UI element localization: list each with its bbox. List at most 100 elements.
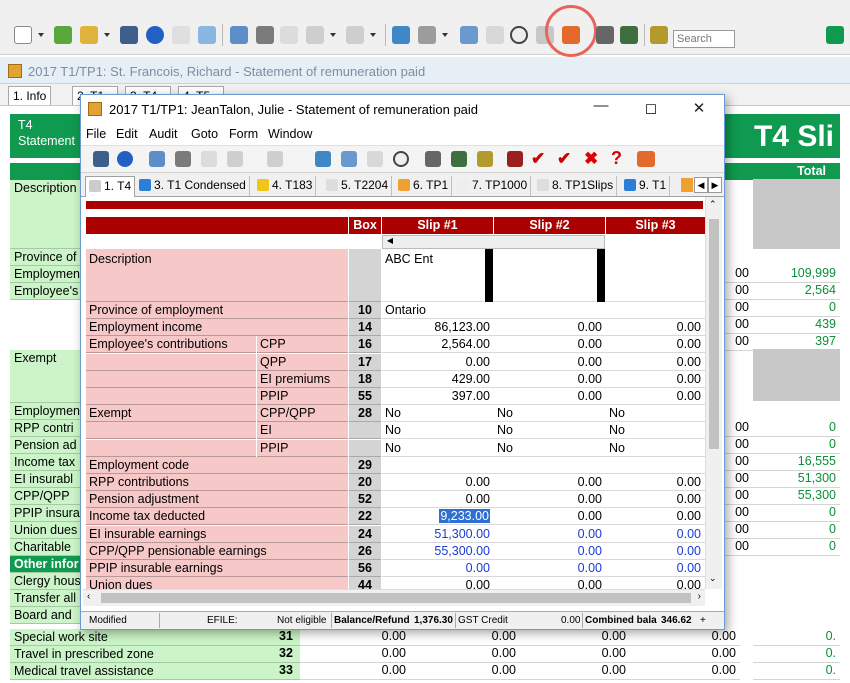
slip1-cell[interactable]: 0.00	[382, 474, 494, 491]
menu-form[interactable]: Form	[229, 127, 258, 141]
slip3-cell[interactable]: No	[606, 422, 705, 439]
bg-bottom-v4[interactable]: 0.00	[630, 663, 740, 680]
slip3-cell[interactable]: No	[606, 440, 705, 457]
slip3-cell[interactable]: 0.00	[606, 474, 705, 491]
tab-tp1[interactable]: 6. TP1	[395, 176, 453, 196]
tab-t1-condensed[interactable]: 3. T1 Condensed	[136, 176, 250, 196]
slip3-cell[interactable]: 0.00	[606, 319, 705, 336]
slip1-cell[interactable]: 51,300.00	[382, 526, 494, 543]
double-check-icon[interactable]: ✔	[557, 149, 571, 169]
bg-bottom-v3[interactable]: 0.00	[520, 663, 630, 680]
slip1-cell[interactable]: No	[382, 440, 494, 457]
bg-bottom-v2[interactable]: 0.00	[410, 646, 520, 663]
slip1-cell[interactable]: 0.00	[382, 577, 494, 589]
slip1-cell[interactable]: 0.00	[382, 560, 494, 577]
save-icon[interactable]	[93, 151, 109, 167]
slip2-cell[interactable]: No	[494, 440, 606, 457]
scroll-right-icon[interactable]: ›	[698, 591, 701, 602]
bg-bottom-v2[interactable]: 0.00	[410, 629, 520, 646]
slip2-cell[interactable]: 0.00	[494, 526, 606, 543]
bg-bottom-v3[interactable]: 0.00	[520, 629, 630, 646]
description-slip1[interactable]: ABC Ent	[382, 249, 484, 302]
maximize-button[interactable]: ◻	[636, 99, 666, 119]
slip2-cell[interactable]: No	[494, 422, 606, 439]
import-icon[interactable]	[54, 26, 72, 44]
menu-audit[interactable]: Audit	[149, 127, 178, 141]
calc-summary-icon[interactable]	[650, 26, 668, 44]
bg-tab-info[interactable]: 1. Info	[8, 86, 52, 105]
print-icon[interactable]	[596, 26, 614, 44]
slip2-cell[interactable]: 0.00	[494, 371, 606, 388]
slip1-cell[interactable]: No	[382, 405, 494, 422]
back-arrow-icon[interactable]	[227, 151, 243, 167]
scroll-thumb[interactable]	[709, 219, 719, 449]
hscroll-thumb[interactable]	[101, 593, 691, 603]
slip1-cell[interactable]: No	[382, 422, 494, 439]
info-icon[interactable]	[117, 151, 133, 167]
household-icon[interactable]	[341, 151, 357, 167]
bg-bottom-v4[interactable]: 0.00	[630, 646, 740, 663]
bg-bottom-v1[interactable]: 0.00	[300, 646, 410, 663]
new-dropdown-icon[interactable]	[38, 33, 44, 37]
slip1-cell[interactable]: 0.00	[382, 491, 494, 508]
slip1-cell[interactable]: 2,564.00	[382, 336, 494, 353]
calculator-icon[interactable]	[175, 151, 191, 167]
scroll-left-icon[interactable]: ‹	[87, 591, 90, 602]
menu-window[interactable]: Window	[268, 127, 312, 141]
back-dropdown-icon[interactable]	[330, 33, 336, 37]
tab-t4[interactable]: 1. T4	[85, 176, 136, 197]
print-preview-icon[interactable]	[451, 151, 467, 167]
exit-icon[interactable]	[826, 26, 844, 44]
slip2-cell[interactable]	[494, 302, 606, 319]
slip1-cell[interactable]: 86,123.00	[382, 319, 494, 336]
slip3-cell[interactable]	[606, 457, 705, 474]
slip3-cell[interactable]: 0.00	[606, 526, 705, 543]
forms-grid-icon[interactable]	[392, 26, 410, 44]
print-preview-icon[interactable]	[620, 26, 638, 44]
tab-tp1slips[interactable]: 8. TP1Slips	[534, 176, 618, 196]
description-slip2[interactable]	[494, 249, 596, 302]
vertical-scrollbar[interactable]: ⌃ ⌄	[705, 197, 722, 589]
bg-bottom-v3[interactable]: 0.00	[520, 646, 630, 663]
slip2-cell[interactable]: No	[494, 405, 606, 422]
slip3-cell[interactable]: 0.00	[606, 560, 705, 577]
menu-file[interactable]: File	[86, 127, 106, 141]
copy-icon[interactable]	[486, 26, 504, 44]
slip2-cell[interactable]: 0.00	[494, 354, 606, 371]
forward-arrow-icon[interactable]	[267, 151, 283, 167]
tab-scroll-right-icon[interactable]: ▶	[708, 177, 722, 193]
zoom-icon[interactable]	[393, 151, 409, 167]
copy-icon[interactable]	[367, 151, 383, 167]
scroll-up-icon[interactable]: ⌃	[709, 199, 717, 210]
calc-summary-icon[interactable]	[477, 151, 493, 167]
slip2-cell[interactable]: 0.00	[494, 577, 606, 589]
new-file-icon[interactable]	[14, 26, 32, 44]
forms-grid-icon[interactable]	[315, 151, 331, 167]
bg-bottom-v1[interactable]: 0.00	[300, 629, 410, 646]
slip3-cell[interactable]: 0.00	[606, 354, 705, 371]
slip3-cell[interactable]: 0.00	[606, 388, 705, 405]
edit-form-icon[interactable]	[230, 26, 248, 44]
slip2-cell[interactable]: 0.00	[494, 336, 606, 353]
slip3-cell[interactable]: 0.00	[606, 491, 705, 508]
slip3-cell[interactable]	[606, 302, 705, 319]
slip2-cell[interactable]: 0.00	[494, 560, 606, 577]
favorite-star-icon[interactable]	[172, 26, 190, 44]
open-dropdown-icon[interactable]	[104, 33, 110, 37]
slip2-cell[interactable]: 0.00	[494, 319, 606, 336]
bg-bottom-v2[interactable]: 0.00	[410, 663, 520, 680]
slip3-cell[interactable]: 0.00	[606, 336, 705, 353]
slip2-cell[interactable]: 0.00	[494, 491, 606, 508]
slip2-cell[interactable]: 0.00	[494, 508, 606, 525]
check-icon[interactable]: ✔	[531, 149, 545, 169]
zoom-icon[interactable]	[510, 26, 528, 44]
calculator-icon[interactable]	[256, 26, 274, 44]
slip1-cell[interactable]	[382, 457, 494, 474]
slip1-cell[interactable]: Ontario	[382, 302, 494, 319]
slip2-cell[interactable]: 0.00	[494, 474, 606, 491]
slip-scrollbar[interactable]: ◀	[382, 235, 605, 249]
tab-t1[interactable]: 9. T1	[621, 176, 671, 196]
slip3-cell[interactable]: No	[606, 405, 705, 422]
menu-edit[interactable]: Edit	[116, 127, 138, 141]
switch-window-icon[interactable]	[637, 151, 655, 167]
